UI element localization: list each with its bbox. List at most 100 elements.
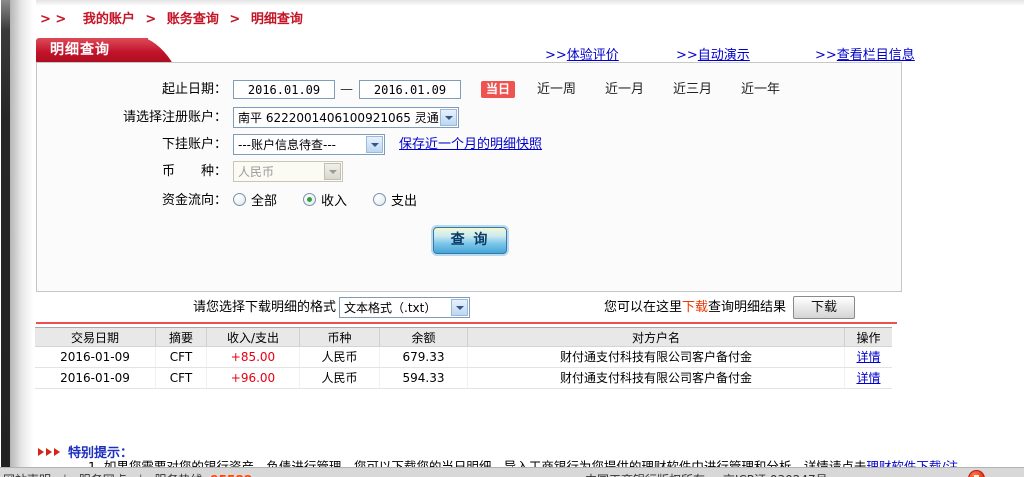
date-range-label: 起止日期： xyxy=(37,79,227,101)
cell-currency: 人民币 xyxy=(300,368,380,388)
download-format-label: 请您选择下载明细的格式 xyxy=(150,296,336,319)
download-hint: 您可以在这里下载查询明细结果 xyxy=(604,296,786,319)
quick-range-3months[interactable]: 近三月 xyxy=(673,79,712,101)
cell-balance: 679.33 xyxy=(380,347,468,367)
left-edge-fade xyxy=(10,0,36,477)
table-header-row: 交易日期 摘要 收入/支出 币种 余额 对方户名 操作 xyxy=(35,327,892,347)
radio-label: 收入 xyxy=(321,190,347,209)
sub-account-row: 下挂账户： ---账户信息待查--- 保存近一个月的明细快照 xyxy=(37,134,901,156)
breadcrumb: > > 我的账户 > 账务查询 > 明细查询 xyxy=(40,8,303,27)
copyright-text: 中国工商银行版权所有 xyxy=(585,473,705,477)
fund-flow-row: 资金流向： 全部 收入 支出 xyxy=(37,190,901,208)
breadcrumb-separator: > xyxy=(145,12,156,27)
radio-label: 全部 xyxy=(251,190,277,209)
date-from-input[interactable] xyxy=(233,80,335,99)
quick-range-week[interactable]: 近一周 xyxy=(537,79,576,101)
chevron-down-icon xyxy=(451,299,468,316)
tab-detail-query[interactable]: 明细查询 xyxy=(36,38,148,62)
currency-label: 币 种： xyxy=(37,161,227,183)
download-format-select[interactable]: 文本格式（.txt） xyxy=(339,297,470,318)
link-arrows: >> xyxy=(676,48,698,63)
link-label: 体验评价 xyxy=(567,48,619,63)
view-column-info-link[interactable]: >>查看栏目信息 xyxy=(815,44,915,63)
site-statement-link[interactable]: 网站声明 xyxy=(3,473,51,477)
link-label: 查看栏目信息 xyxy=(837,48,915,63)
chevron-down-icon xyxy=(324,163,341,180)
radio-expense[interactable]: 支出 xyxy=(373,190,417,209)
auto-demo-link[interactable]: >>自动演示 xyxy=(676,44,750,63)
quick-range-month[interactable]: 近一月 xyxy=(605,79,644,101)
cell-summary: CFT xyxy=(156,347,207,367)
header-summary: 摘要 xyxy=(156,328,207,346)
breadcrumb-item-account-query[interactable]: 账务查询 xyxy=(167,12,219,27)
link-arrows: >> xyxy=(815,48,837,63)
cell-amount: +85.00 xyxy=(207,347,300,367)
breadcrumb-item-detail-query: 明细查询 xyxy=(251,12,303,27)
page: > > 我的账户 > 账务查询 > 明细查询 明细查询 >>体验评价 >>自动演… xyxy=(0,0,1024,477)
download-hint-suffix: 查询明细结果 xyxy=(708,300,786,315)
registered-account-row: 请选择注册账户： 南平 6222001406100921065 灵通卡 xyxy=(37,107,901,129)
cell-summary: CFT xyxy=(156,368,207,388)
fund-flow-label: 资金流向： xyxy=(37,190,227,212)
cell-currency: 人民币 xyxy=(300,347,380,367)
currency-value: 人民币 xyxy=(234,163,323,180)
quick-range-year[interactable]: 近一年 xyxy=(741,79,780,101)
save-snapshot-link[interactable]: 保存近一个月的明细快照 xyxy=(399,134,542,156)
download-format-value: 文本格式（.txt） xyxy=(340,299,450,316)
icp-badge-icon xyxy=(968,470,985,477)
transactions-table: 交易日期 摘要 收入/支出 币种 余额 对方户名 操作 2016-01-09 C… xyxy=(35,327,892,389)
cell-counterparty: 财付通支付科技有限公司客户备付金 xyxy=(468,347,845,367)
footer-separator: | xyxy=(63,473,67,477)
icp-number: 京ICP证 030247号 xyxy=(723,473,828,477)
footer-links: 网站声明 | 服务网点 | 服务热线 95588 xyxy=(3,471,252,477)
today-button[interactable]: 当日 xyxy=(481,81,515,98)
sub-account-label: 下挂账户： xyxy=(37,134,227,156)
date-dash: — xyxy=(340,79,353,101)
date-range-row: 起止日期： — 当日 近一周 近一月 近三月 近一年 xyxy=(37,79,901,101)
footer-separator: | xyxy=(139,473,143,477)
download-button[interactable]: 下载 xyxy=(793,296,855,319)
detail-link[interactable]: 详情 xyxy=(856,350,880,364)
registered-account-value: 南平 6222001406100921065 灵通卡 xyxy=(234,109,439,126)
fund-flow-options: 全部 收入 支出 xyxy=(233,190,417,208)
sub-account-value: ---账户信息待查--- xyxy=(234,136,365,153)
detail-link[interactable]: 详情 xyxy=(856,371,880,385)
link-arrows: >> xyxy=(545,48,567,63)
query-form-panel: 起止日期： — 当日 近一周 近一月 近三月 近一年 请选择注册账户： 南平 6… xyxy=(36,62,902,292)
cell-date: 2016-01-09 xyxy=(35,347,156,367)
table-row: 2016-01-09 CFT +96.00 人民币 594.33 财付通支付科技… xyxy=(35,368,892,389)
download-hint-link[interactable]: 下载 xyxy=(682,300,708,315)
header-counterparty: 对方户名 xyxy=(468,328,845,346)
cell-balance: 594.33 xyxy=(380,368,468,388)
hotline-number: 95588 xyxy=(210,473,252,477)
chevron-down-icon xyxy=(366,136,383,153)
tab-title: 明细查询 xyxy=(36,38,148,62)
cell-amount: +96.00 xyxy=(207,368,300,388)
sub-account-select[interactable]: ---账户信息待查--- xyxy=(233,134,385,155)
radio-all[interactable]: 全部 xyxy=(233,190,277,209)
breadcrumb-item-my-account[interactable]: 我的账户 xyxy=(83,12,135,27)
download-hint-prefix: 您可以在这里 xyxy=(604,300,682,315)
breadcrumb-separator: > xyxy=(229,12,240,27)
date-to-input[interactable] xyxy=(359,80,461,99)
header-amount: 收入/支出 xyxy=(207,328,300,346)
breadcrumb-arrows: > > xyxy=(40,12,66,27)
chevron-down-icon xyxy=(440,109,457,126)
cell-counterparty: 财付通支付科技有限公司客户备付金 xyxy=(468,368,845,388)
query-button[interactable]: 查 询 xyxy=(433,227,507,254)
registered-account-select[interactable]: 南平 6222001406100921065 灵通卡 xyxy=(233,107,459,128)
red-divider xyxy=(36,322,897,324)
header-currency: 币种 xyxy=(300,328,380,346)
footer-copyright: 中国工商银行版权所有 京ICP证 030247号 xyxy=(585,471,828,477)
hotline-label: 服务热线 xyxy=(154,473,202,477)
header-date: 交易日期 xyxy=(35,328,156,346)
header-balance: 余额 xyxy=(380,328,468,346)
footer-bar: 网站声明 | 服务网点 | 服务热线 95588 中国工商银行版权所有 京ICP… xyxy=(0,467,1024,477)
header-action: 操作 xyxy=(845,328,892,346)
currency-select-disabled: 人民币 xyxy=(233,161,343,182)
radio-circle-icon xyxy=(303,193,316,206)
link-label: 自动演示 xyxy=(698,48,750,63)
experience-review-link[interactable]: >>体验评价 xyxy=(545,44,619,63)
service-outlets-link[interactable]: 服务网点 xyxy=(79,473,127,477)
radio-income[interactable]: 收入 xyxy=(303,190,347,209)
